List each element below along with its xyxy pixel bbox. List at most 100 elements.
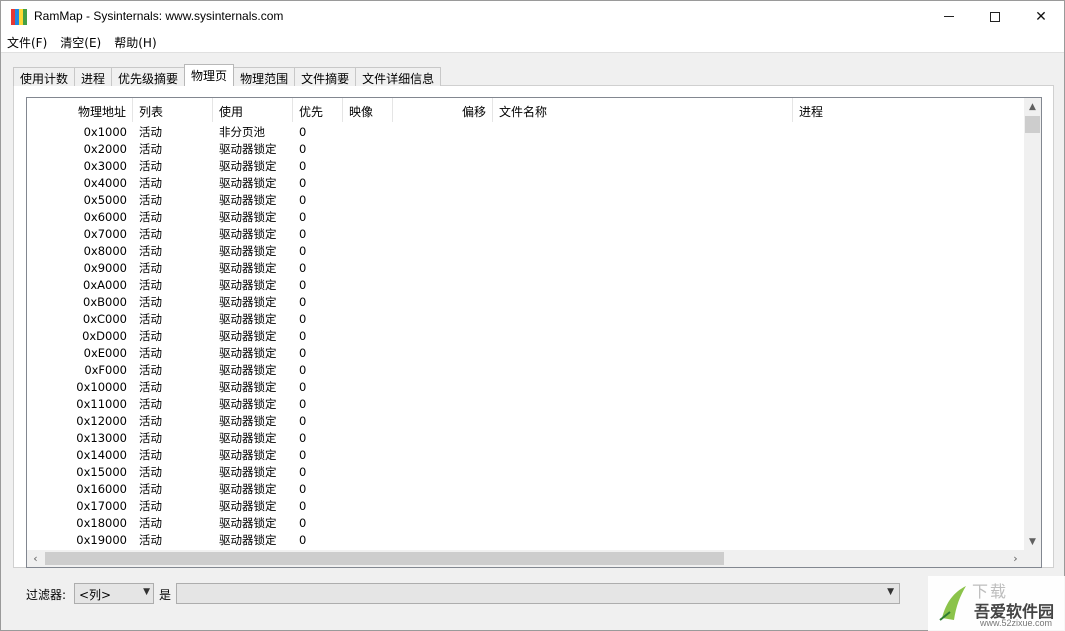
filter-column-dropdown[interactable]: <列> ▼: [74, 583, 154, 604]
tab-1[interactable]: 进程: [74, 67, 113, 86]
cell-image: [343, 328, 393, 345]
cell-process: [793, 141, 1025, 158]
tab-6[interactable]: 文件详细信息: [355, 67, 442, 86]
cell-image: [343, 294, 393, 311]
column-header-use[interactable]: 使用: [213, 98, 293, 122]
tab-5[interactable]: 文件摘要: [294, 67, 357, 86]
cell-file-name: [493, 447, 793, 464]
cell-use: 驱动器锁定: [219, 516, 277, 530]
column-header-process[interactable]: 进程: [793, 98, 1025, 122]
cell-offset: [393, 141, 493, 158]
table-row[interactable]: 0x2000 活动 驱动器锁定 0: [27, 141, 1025, 158]
cell-offset: [393, 430, 493, 447]
table-row[interactable]: 0xD000 活动 驱动器锁定 0: [27, 328, 1025, 345]
table-row[interactable]: 0x1000 活动 非分页池 0: [27, 124, 1025, 141]
cell-list: 活动: [139, 431, 162, 445]
table-row[interactable]: 0x9000 活动 驱动器锁定 0: [27, 260, 1025, 277]
cell-process: [793, 532, 1025, 549]
menu-help[interactable]: 帮助(H): [108, 32, 163, 52]
table-row[interactable]: 0xA000 活动 驱动器锁定 0: [27, 277, 1025, 294]
cell-use: 驱动器锁定: [219, 176, 277, 190]
scroll-left-icon[interactable]: ‹: [27, 550, 44, 567]
table-row[interactable]: 0xB000 活动 驱动器锁定 0: [27, 294, 1025, 311]
list-header: 物理地址 列表 使用 优先 映像 偏移 文件名称 进程: [27, 98, 1025, 122]
cell-use: 驱动器锁定: [219, 380, 277, 394]
table-row[interactable]: 0x6000 活动 驱动器锁定 0: [27, 209, 1025, 226]
table-row[interactable]: 0x7000 活动 驱动器锁定 0: [27, 226, 1025, 243]
table-row[interactable]: 0x10000 活动 驱动器锁定 0: [27, 379, 1025, 396]
table-row[interactable]: 0x8000 活动 驱动器锁定 0: [27, 243, 1025, 260]
table-row[interactable]: 0x18000 活动 驱动器锁定 0: [27, 515, 1025, 532]
scrollbar-corner: [1024, 550, 1041, 567]
cell-physical-address: 0x19000: [76, 533, 127, 547]
cell-offset: [393, 192, 493, 209]
table-row[interactable]: 0x15000 活动 驱动器锁定 0: [27, 464, 1025, 481]
cell-use: 驱动器锁定: [219, 363, 277, 377]
table-row[interactable]: 0x4000 活动 驱动器锁定 0: [27, 175, 1025, 192]
title-bar[interactable]: RamMap - Sysinternals: www.sysinternals.…: [1, 1, 1064, 32]
list-rows: 0x1000 活动 非分页池 0 0x2000 活动 驱动器锁定 0 0x3000 活动 驱动器锁定…: [27, 124, 1025, 549]
table-row[interactable]: 0x3000 活动 驱动器锁定 0: [27, 158, 1025, 175]
cell-use: 驱动器锁定: [219, 193, 277, 207]
scroll-up-icon[interactable]: ▲: [1024, 98, 1041, 115]
table-row[interactable]: 0x13000 活动 驱动器锁定 0: [27, 430, 1025, 447]
tab-2[interactable]: 优先级摘要: [111, 67, 186, 86]
table-row[interactable]: 0xF000 活动 驱动器锁定 0: [27, 362, 1025, 379]
cell-offset: [393, 277, 493, 294]
cell-priority: 0: [299, 346, 307, 360]
tab-4[interactable]: 物理范围: [233, 67, 296, 86]
vertical-scrollbar[interactable]: ▲ ▼: [1024, 98, 1041, 550]
column-header-physical-address[interactable]: 物理地址: [27, 98, 133, 122]
horizontal-scroll-thumb[interactable]: [45, 552, 724, 565]
cell-physical-address: 0x12000: [76, 414, 127, 428]
cell-list: 活动: [139, 244, 162, 258]
cell-offset: [393, 498, 493, 515]
table-row[interactable]: 0xC000 活动 驱动器锁定 0: [27, 311, 1025, 328]
cell-list: 活动: [139, 380, 162, 394]
cell-file-name: [493, 379, 793, 396]
physical-pages-list[interactable]: 物理地址 列表 使用 优先 映像 偏移 文件名称 进程 0x1000 活动 非分页池…: [26, 97, 1042, 568]
table-row[interactable]: 0x17000 活动 驱动器锁定 0: [27, 498, 1025, 515]
tab-0[interactable]: 使用计数: [13, 67, 76, 86]
menu-file[interactable]: 文件(F): [1, 32, 54, 52]
horizontal-scrollbar[interactable]: ‹ ›: [27, 550, 1024, 567]
tab-3[interactable]: 物理页: [184, 64, 235, 86]
cell-list: 活动: [139, 414, 162, 428]
scroll-down-icon[interactable]: ▼: [1024, 533, 1041, 550]
menu-bar: 文件(F) 清空(E) 帮助(H): [1, 32, 1064, 52]
table-row[interactable]: 0x11000 活动 驱动器锁定 0: [27, 396, 1025, 413]
minimize-button[interactable]: [926, 1, 972, 32]
column-header-list[interactable]: 列表: [133, 98, 213, 122]
close-button[interactable]: ✕: [1018, 1, 1064, 32]
cell-physical-address: 0x10000: [76, 380, 127, 394]
table-row[interactable]: 0x19000 活动 驱动器锁定 0: [27, 532, 1025, 549]
cell-priority: 0: [299, 516, 307, 530]
cell-list: 活动: [139, 516, 162, 530]
scroll-right-icon[interactable]: ›: [1007, 550, 1024, 567]
maximize-button[interactable]: [972, 1, 1018, 32]
column-header-file-name[interactable]: 文件名称: [493, 98, 793, 122]
column-header-priority[interactable]: 优先: [293, 98, 343, 122]
table-row[interactable]: 0x12000 活动 驱动器锁定 0: [27, 413, 1025, 430]
cell-physical-address: 0x8000: [83, 244, 127, 258]
filter-value-dropdown[interactable]: ▼: [176, 583, 900, 604]
cell-use: 驱动器锁定: [219, 159, 277, 173]
cell-use: 驱动器锁定: [219, 312, 277, 326]
window-title: RamMap - Sysinternals: www.sysinternals.…: [34, 9, 284, 23]
cell-file-name: [493, 328, 793, 345]
table-row[interactable]: 0xE000 活动 驱动器锁定 0: [27, 345, 1025, 362]
table-row[interactable]: 0x5000 活动 驱动器锁定 0: [27, 192, 1025, 209]
column-header-offset[interactable]: 偏移: [393, 98, 493, 122]
table-row[interactable]: 0x16000 活动 驱动器锁定 0: [27, 481, 1025, 498]
table-row[interactable]: 0x14000 活动 驱动器锁定 0: [27, 447, 1025, 464]
cell-process: [793, 396, 1025, 413]
menu-empty[interactable]: 清空(E): [54, 32, 108, 52]
cell-offset: [393, 158, 493, 175]
cell-list: 活动: [139, 125, 162, 139]
cell-file-name: [493, 464, 793, 481]
column-header-image[interactable]: 映像: [343, 98, 393, 122]
cell-list: 活动: [139, 329, 162, 343]
vertical-scroll-thumb[interactable]: [1025, 116, 1040, 133]
cell-image: [343, 260, 393, 277]
cell-use: 驱动器锁定: [219, 295, 277, 309]
